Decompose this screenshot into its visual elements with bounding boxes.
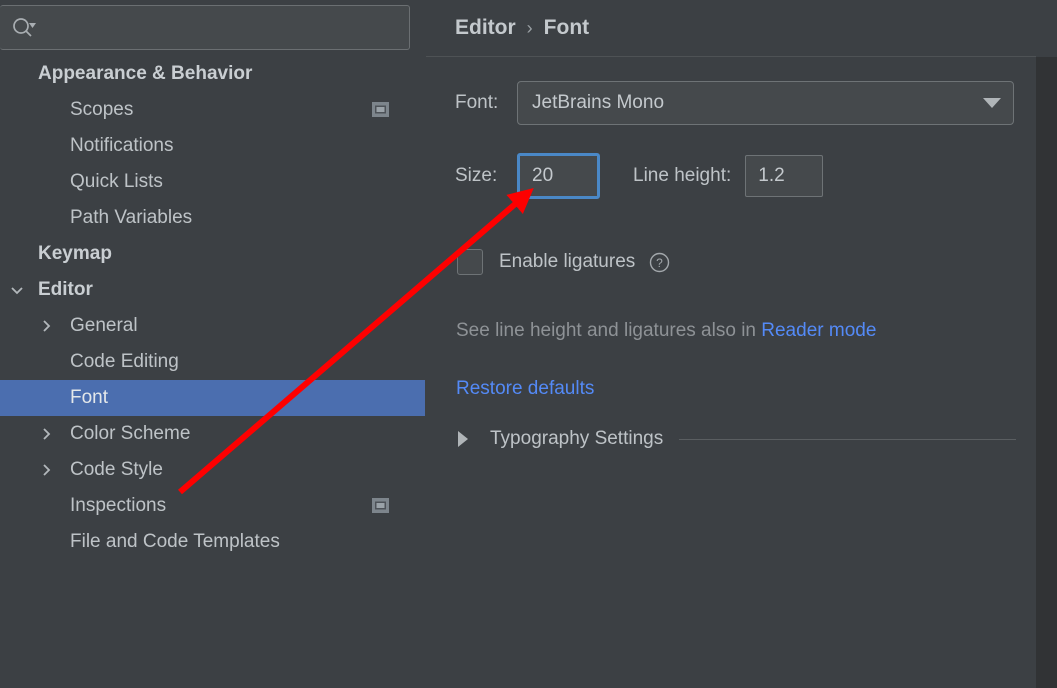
reader-mode-link[interactable]: Reader mode <box>761 320 876 341</box>
settings-detail-panel: Editor › Font Font: JetBrains Mono Size:… <box>426 0 1057 688</box>
svg-text:?: ? <box>656 256 663 270</box>
sidebar-item-editor[interactable]: Editor <box>0 272 425 308</box>
sidebar-item-label: Color Scheme <box>70 423 191 444</box>
sidebar-item-label: File and Code Templates <box>70 531 280 552</box>
line-height-field[interactable] <box>745 155 824 197</box>
sidebar-item-label: Quick Lists <box>70 171 163 192</box>
sidebar-item-path-variables[interactable]: Path Variables <box>0 200 425 236</box>
sidebar-item-general[interactable]: General <box>0 308 425 344</box>
line-height-label: Line height: <box>633 165 732 186</box>
reader-mode-hint-text: See line height and ligatures also in <box>456 320 762 341</box>
chevron-right-icon[interactable] <box>38 425 56 443</box>
enable-ligatures-checkbox[interactable] <box>457 249 483 275</box>
section-divider <box>679 438 1016 440</box>
sidebar-item-code-style[interactable]: Code Style <box>0 452 425 488</box>
sidebar-item-color-scheme[interactable]: Color Scheme <box>0 416 425 452</box>
question-mark-icon[interactable]: ? <box>649 252 670 273</box>
sidebar-item-file-and-code-templates[interactable]: File and Code Templates <box>0 524 425 560</box>
typography-settings-section[interactable]: Typography Settings <box>456 428 1016 450</box>
size-label: Size: <box>455 165 498 186</box>
chevron-right-icon[interactable] <box>38 461 56 479</box>
search-box[interactable] <box>0 5 410 50</box>
sidebar-item-inspections[interactable]: Inspections <box>0 488 425 524</box>
sidebar-item-label: Inspections <box>70 495 167 516</box>
chevron-right-icon[interactable] <box>458 431 468 447</box>
font-family-value: JetBrains Mono <box>532 92 665 113</box>
font-settings-content: Font: JetBrains Mono Size: Line height: <box>426 57 1036 688</box>
breadcrumb-current: Font <box>543 16 590 39</box>
project-scope-badge-icon <box>372 102 389 117</box>
chevron-down-icon <box>983 98 1001 108</box>
panel-right-gutter <box>1036 57 1057 688</box>
sidebar-scrollbar[interactable] <box>409 56 834 688</box>
breadcrumb-separator-icon: › <box>526 17 533 38</box>
sidebar-item-label: Path Variables <box>70 207 193 228</box>
font-size-input[interactable] <box>530 164 592 188</box>
sidebar-item-notifications[interactable]: Notifications <box>0 128 425 164</box>
project-scope-badge-icon <box>372 498 389 513</box>
chevron-down-icon[interactable] <box>8 281 26 299</box>
sidebar-item-code-editing[interactable]: Code Editing <box>0 344 425 380</box>
font-family-dropdown[interactable]: JetBrains Mono <box>517 81 1014 125</box>
settings-sidebar: Appearance & Behavior Scopes Notifications… <box>0 0 834 688</box>
sidebar-item-label: Scopes <box>70 99 134 120</box>
sidebar-item-keymap[interactable]: Keymap <box>0 236 425 272</box>
sidebar-item-label: General <box>70 315 138 336</box>
settings-dialog: Appearance & Behavior Scopes Notifications… <box>0 0 1057 688</box>
sidebar-item-quick-lists[interactable]: Quick Lists <box>0 164 425 200</box>
enable-ligatures-label: Enable ligatures <box>499 251 636 272</box>
font-size-field[interactable] <box>517 153 600 199</box>
sidebar-item-scopes[interactable]: Scopes <box>0 92 425 128</box>
sidebar-item-appearance-behavior[interactable]: Appearance & Behavior <box>0 56 425 92</box>
font-field-row: Font: JetBrains Mono <box>455 81 1014 125</box>
font-label: Font: <box>455 92 499 113</box>
sidebar-item-label: Font <box>70 387 109 408</box>
breadcrumb-parent[interactable]: Editor <box>455 16 516 40</box>
settings-tree: Appearance & Behavior Scopes Notifications… <box>0 56 426 688</box>
search-input[interactable] <box>38 6 409 49</box>
reader-mode-hint: See line height and ligatures also in Re… <box>456 320 876 342</box>
sidebar-item-label: Notifications <box>70 135 174 156</box>
sidebar-item-font[interactable]: Font <box>0 380 425 416</box>
size-field-row: Size: Line height: <box>455 153 824 199</box>
sidebar-item-label: Appearance & Behavior <box>38 63 253 84</box>
sidebar-item-label: Code Style <box>70 459 163 480</box>
line-height-input[interactable] <box>756 164 819 188</box>
chevron-right-icon[interactable] <box>38 317 56 335</box>
sidebar-item-label: Keymap <box>38 243 112 264</box>
restore-defaults-link[interactable]: Restore defaults <box>456 378 594 400</box>
enable-ligatures-row[interactable]: Enable ligatures ? <box>457 249 670 275</box>
search-icon <box>12 17 38 39</box>
typography-settings-label: Typography Settings <box>490 428 664 449</box>
sidebar-item-label: Code Editing <box>70 351 179 372</box>
breadcrumb: Editor › Font <box>426 0 1057 56</box>
